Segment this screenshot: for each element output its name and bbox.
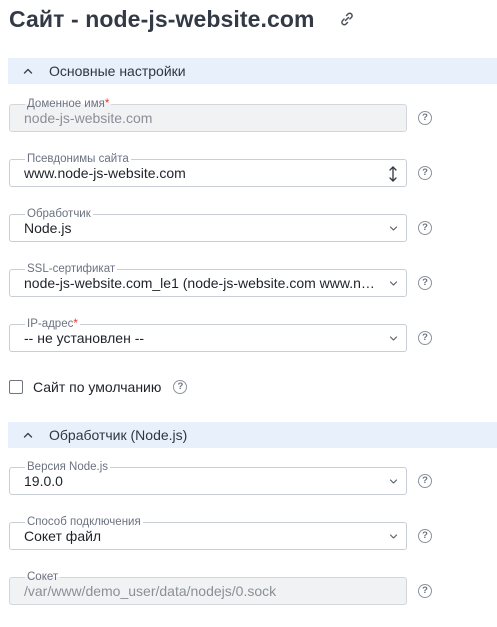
- site-aliases-value[interactable]: www.node-js-website.com: [24, 160, 380, 186]
- default-site-label[interactable]: Сайт по умолчанию: [33, 379, 161, 395]
- connection-method-select[interactable]: Способ подключения Сокет файл: [9, 515, 407, 550]
- socket-value: /var/www/demo_user/data/nodejs/0.sock: [24, 583, 277, 599]
- nodejs-version-value: 19.0.0: [24, 473, 63, 489]
- page-title: Сайт - node-js-website.com: [9, 5, 315, 32]
- help-icon[interactable]: ?: [418, 111, 432, 125]
- help-icon[interactable]: ?: [418, 529, 432, 543]
- help-icon[interactable]: ?: [418, 221, 432, 235]
- section-title: Основные настройки: [49, 63, 186, 79]
- help-icon[interactable]: ?: [418, 276, 432, 290]
- domain-name-value: node-js-website.com: [24, 110, 153, 126]
- chevron-down-icon: [389, 279, 398, 288]
- resize-vertical-icon[interactable]: [388, 165, 398, 183]
- nodejs-version-select[interactable]: Версия Node.js 19.0.0: [9, 460, 407, 495]
- ip-address-select[interactable]: IP-адрес* -- не установлен --: [9, 317, 407, 352]
- help-icon[interactable]: ?: [173, 380, 188, 394]
- help-icon[interactable]: ?: [418, 474, 432, 488]
- ssl-certificate-value: node-js-website.com_le1 (node-js-website…: [24, 275, 380, 291]
- help-icon[interactable]: ?: [418, 331, 432, 345]
- section-title: Обработчик (Node.js): [49, 427, 188, 443]
- chevron-down-icon: [389, 532, 398, 541]
- chevron-down-icon: [389, 334, 398, 343]
- handler-select[interactable]: Обработчик Node.js: [9, 207, 407, 242]
- domain-name-field: Доменное имя* node-js-website.com: [9, 97, 407, 132]
- chevron-down-icon: [389, 477, 398, 486]
- default-site-checkbox[interactable]: [9, 380, 23, 394]
- chevron-up-icon: [22, 429, 34, 441]
- socket-field: Сокет /var/www/demo_user/data/nodejs/0.s…: [9, 570, 407, 605]
- site-aliases-field[interactable]: Псевдонимы сайта www.node-js-website.com: [9, 152, 407, 187]
- section-handler-nodejs[interactable]: Обработчик (Node.js): [8, 422, 497, 448]
- chevron-down-icon: [389, 224, 398, 233]
- handler-value: Node.js: [24, 220, 72, 236]
- default-site-row: Сайт по умолчанию ?: [9, 378, 188, 396]
- help-icon[interactable]: ?: [418, 584, 432, 598]
- connection-method-value: Сокет файл: [24, 528, 102, 544]
- link-icon[interactable]: [339, 11, 355, 27]
- help-icon[interactable]: ?: [418, 166, 432, 180]
- ssl-certificate-select[interactable]: SSL-сертификат node-js-website.com_le1 (…: [9, 262, 407, 297]
- ip-address-value: -- не установлен --: [24, 330, 145, 346]
- section-main-settings[interactable]: Основные настройки: [8, 58, 497, 84]
- title-row: Сайт - node-js-website.com: [9, 4, 355, 34]
- site-settings-page: Сайт - node-js-website.com Основные наст…: [0, 0, 497, 627]
- chevron-up-icon: [22, 65, 34, 77]
